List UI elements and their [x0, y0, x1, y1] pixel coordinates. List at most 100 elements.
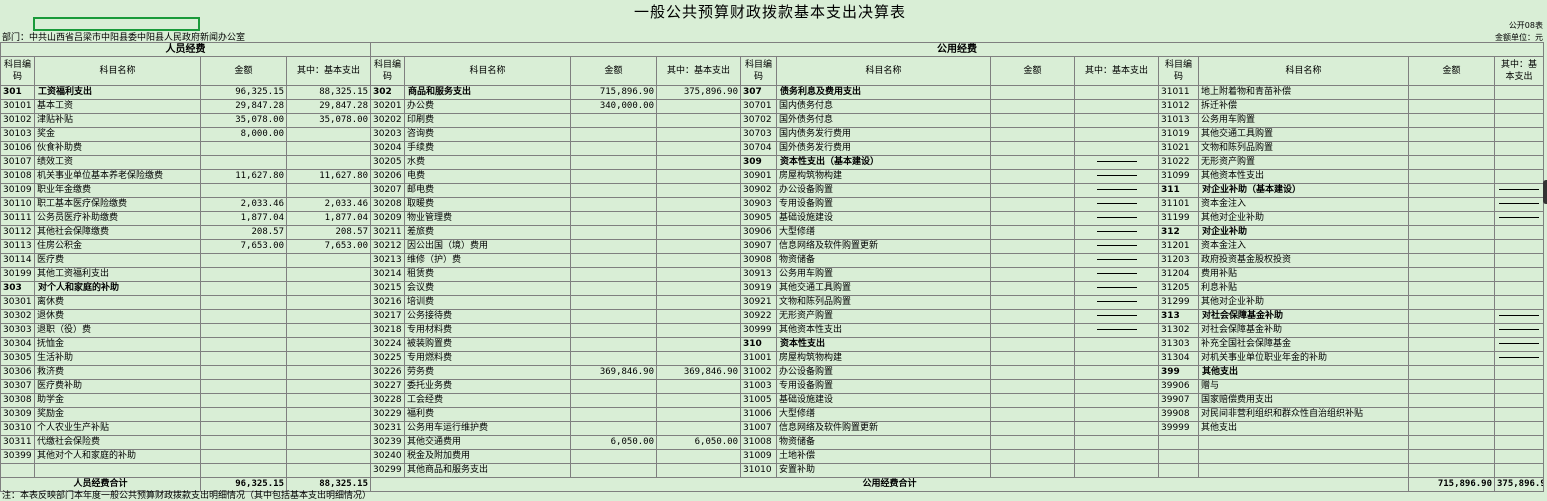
cell-amount[interactable] [1408, 337, 1495, 352]
cell-amount[interactable] [570, 393, 657, 408]
cell-code[interactable]: 30905 [740, 211, 777, 226]
cell-code[interactable]: 30309 [0, 407, 35, 422]
cell-amount[interactable] [990, 449, 1075, 464]
cell-amount[interactable] [990, 337, 1075, 352]
cell-amount[interactable] [570, 295, 657, 310]
cell-basic[interactable] [1074, 407, 1159, 422]
cell-name[interactable]: 国内债务付息 [776, 99, 991, 114]
cell-name[interactable]: 办公费 [404, 99, 571, 114]
cell-name[interactable]: 医疗费补助 [34, 379, 201, 394]
cell-code[interactable]: 39907 [1158, 393, 1199, 408]
cell-code[interactable]: 31008 [740, 435, 777, 450]
cell-code[interactable]: 30109 [0, 183, 35, 198]
cell-name[interactable]: 资本性支出（基本建设） [776, 155, 991, 170]
cell-code[interactable]: 31203 [1158, 253, 1199, 268]
cell-name[interactable]: 物资储备 [776, 253, 991, 268]
cell-amount[interactable] [200, 393, 287, 408]
cell-amount[interactable] [570, 225, 657, 240]
cell-code[interactable]: 30211 [370, 225, 405, 240]
cell-amount[interactable] [990, 267, 1075, 282]
cell-amount[interactable] [570, 463, 657, 478]
cell-amount[interactable] [1408, 309, 1495, 324]
cell-amount[interactable] [200, 295, 287, 310]
cell-name[interactable]: 代缴社会保险费 [34, 435, 201, 450]
cell-name[interactable]: 职工基本医疗保险缴费 [34, 197, 201, 212]
cell-basic[interactable]: 2,033.46 [286, 197, 371, 212]
cell-code[interactable]: 31007 [740, 421, 777, 436]
cell-basic[interactable] [286, 323, 371, 338]
cell-amount[interactable] [1408, 393, 1495, 408]
cell-code[interactable]: 30399 [0, 449, 35, 464]
cell-basic[interactable] [1494, 197, 1544, 212]
cell-name[interactable]: 医疗费 [34, 253, 201, 268]
cell-name[interactable]: 专用设备购置 [776, 197, 991, 212]
cell-basic[interactable] [286, 281, 371, 296]
cell-basic[interactable] [656, 211, 741, 226]
cell-basic[interactable] [1494, 211, 1544, 226]
cell-basic[interactable] [1074, 267, 1159, 282]
cell-name[interactable]: 大型修缮 [776, 407, 991, 422]
cell-code[interactable] [1158, 463, 1199, 478]
cell-amount[interactable] [200, 183, 287, 198]
cell-amount[interactable] [570, 323, 657, 338]
cell-amount[interactable] [990, 365, 1075, 380]
cell-code[interactable]: 30209 [370, 211, 405, 226]
cell-basic[interactable] [656, 141, 741, 156]
cell-code[interactable]: 39906 [1158, 379, 1199, 394]
cell-basic[interactable]: 88,325.15 [286, 85, 371, 100]
cell-basic[interactable] [656, 113, 741, 128]
cell-code[interactable]: 310 [740, 337, 777, 352]
cell-name[interactable]: 对企业补助（基本建设） [1198, 183, 1409, 198]
cell-amount[interactable] [990, 225, 1075, 240]
cell-basic[interactable] [1494, 435, 1544, 450]
cell-name[interactable]: 赠与 [1198, 379, 1409, 394]
cell-name[interactable]: 其他交通工具购置 [1198, 127, 1409, 142]
cell-code[interactable]: 30101 [0, 99, 35, 114]
cell-name[interactable]: 会议费 [404, 281, 571, 296]
cell-amount[interactable] [200, 323, 287, 338]
cell-basic[interactable] [1494, 267, 1544, 282]
cell-name[interactable]: 其他交通费用 [404, 435, 571, 450]
cell-name[interactable]: 其他对个人和家庭的补助 [34, 449, 201, 464]
cell-name[interactable]: 福利费 [404, 407, 571, 422]
cell-name[interactable]: 税金及附加费用 [404, 449, 571, 464]
cell-code[interactable]: 30106 [0, 141, 35, 156]
cell-name[interactable]: 电费 [404, 169, 571, 184]
cell-amount[interactable] [570, 169, 657, 184]
cell-amount[interactable] [990, 211, 1075, 226]
cell-name[interactable] [1198, 463, 1409, 478]
cell-code[interactable]: 30199 [0, 267, 35, 282]
cell-amount[interactable] [570, 141, 657, 156]
cell-name[interactable]: 其他工资福利支出 [34, 267, 201, 282]
cell-amount[interactable] [1408, 267, 1495, 282]
cell-name[interactable]: 补充全国社会保障基金 [1198, 337, 1409, 352]
cell-code[interactable]: 31002 [740, 365, 777, 380]
cell-name[interactable]: 土地补偿 [776, 449, 991, 464]
cell-amount[interactable] [1408, 197, 1495, 212]
cell-name[interactable]: 基础设施建设 [776, 393, 991, 408]
cell-basic[interactable] [656, 239, 741, 254]
cell-amount[interactable] [990, 169, 1075, 184]
cell-code[interactable]: 31010 [740, 463, 777, 478]
cell-code[interactable]: 31201 [1158, 239, 1199, 254]
personnel-total-amount[interactable]: 96,325.15 [200, 477, 287, 492]
cell-basic[interactable] [656, 197, 741, 212]
cell-name[interactable]: 生活补助 [34, 351, 201, 366]
cell-name[interactable]: 咨询费 [404, 127, 571, 142]
cell-code[interactable]: 30306 [0, 365, 35, 380]
cell-code[interactable]: 30224 [370, 337, 405, 352]
cell-code[interactable]: 31299 [1158, 295, 1199, 310]
cell-code[interactable]: 30240 [370, 449, 405, 464]
cell-basic[interactable] [1494, 225, 1544, 240]
cell-code[interactable]: 30303 [0, 323, 35, 338]
cell-basic[interactable] [286, 351, 371, 366]
cell-basic[interactable] [1494, 463, 1544, 478]
cell-code[interactable]: 30302 [0, 309, 35, 324]
cell-name[interactable]: 公务用车购置 [1198, 113, 1409, 128]
cell-name[interactable]: 基础设施建设 [776, 211, 991, 226]
cell-code[interactable] [0, 463, 35, 478]
cell-code[interactable]: 39908 [1158, 407, 1199, 422]
cell-basic[interactable] [656, 421, 741, 436]
cell-name[interactable]: 专用材料费 [404, 323, 571, 338]
cell-amount[interactable] [990, 183, 1075, 198]
